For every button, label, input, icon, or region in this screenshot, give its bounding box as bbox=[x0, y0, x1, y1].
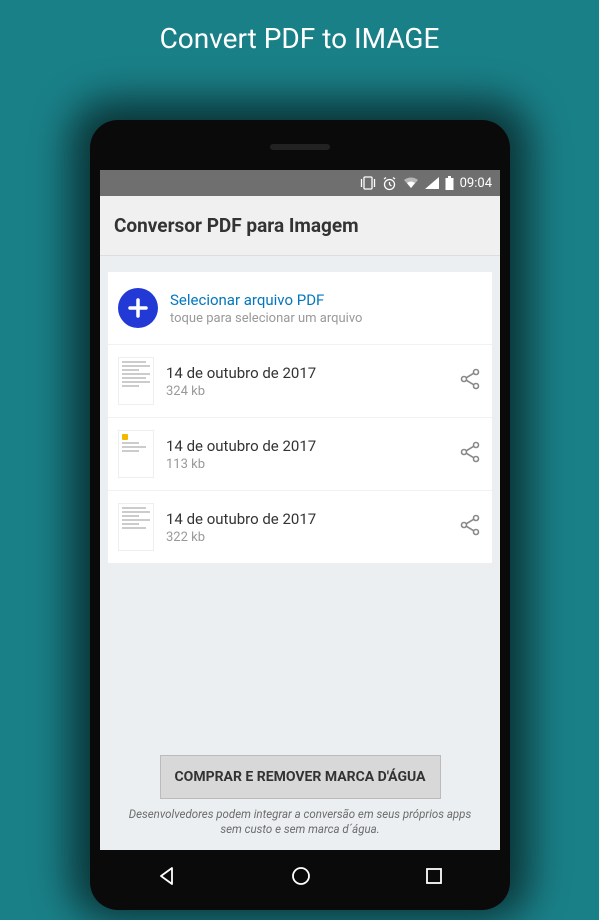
battery-icon bbox=[445, 176, 454, 190]
signal-icon bbox=[425, 177, 439, 189]
file-info: 14 de outubro de 2017 113 kb bbox=[166, 437, 446, 472]
share-icon[interactable] bbox=[458, 513, 482, 541]
alarm-icon bbox=[382, 176, 397, 191]
promo-title: Convert PDF to IMAGE bbox=[0, 0, 599, 73]
file-thumbnail bbox=[118, 430, 154, 478]
select-file-title: Selecionar arquivo PDF bbox=[170, 291, 482, 309]
nav-back-icon[interactable] bbox=[156, 865, 178, 887]
select-file-text: Selecionar arquivo PDF toque para seleci… bbox=[170, 291, 482, 326]
app-title: Conversor PDF para Imagem bbox=[114, 214, 486, 237]
file-list-card: Selecionar arquivo PDF toque para seleci… bbox=[108, 272, 492, 563]
file-size: 113 kb bbox=[166, 457, 446, 472]
file-thumbnail bbox=[118, 503, 154, 551]
share-icon[interactable] bbox=[458, 440, 482, 468]
share-icon[interactable] bbox=[458, 367, 482, 395]
file-row[interactable]: 14 de outubro de 2017 322 kb bbox=[108, 490, 492, 563]
app-header: Conversor PDF para Imagem bbox=[100, 196, 500, 256]
file-size: 322 kb bbox=[166, 530, 446, 545]
footer: COMPRAR E REMOVER MARCA D'ÁGUA Desenvolv… bbox=[108, 747, 492, 850]
file-date: 14 de outubro de 2017 bbox=[166, 364, 446, 382]
file-date: 14 de outubro de 2017 bbox=[166, 510, 446, 528]
file-row[interactable]: 14 de outubro de 2017 324 kb bbox=[108, 344, 492, 417]
content-area: Selecionar arquivo PDF toque para seleci… bbox=[100, 256, 500, 850]
developer-note: Desenvolvedores podem integrar a convers… bbox=[118, 807, 482, 838]
select-file-subtitle: toque para selecionar um arquivo bbox=[170, 311, 482, 326]
vibrate-icon bbox=[360, 176, 376, 190]
file-size: 324 kb bbox=[166, 384, 446, 399]
nav-home-icon[interactable] bbox=[290, 865, 312, 887]
file-thumbnail bbox=[118, 357, 154, 405]
file-date: 14 de outubro de 2017 bbox=[166, 437, 446, 455]
phone-frame: 09:04 Conversor PDF para Imagem Selecion… bbox=[90, 120, 510, 910]
wifi-icon bbox=[403, 177, 419, 189]
phone-speaker bbox=[270, 144, 330, 150]
select-file-row[interactable]: Selecionar arquivo PDF toque para seleci… bbox=[108, 272, 492, 344]
nav-recent-icon[interactable] bbox=[424, 866, 444, 886]
status-time: 09:04 bbox=[460, 176, 492, 191]
file-row[interactable]: 14 de outubro de 2017 113 kb bbox=[108, 417, 492, 490]
app-screen: 09:04 Conversor PDF para Imagem Selecion… bbox=[100, 170, 500, 850]
file-info: 14 de outubro de 2017 322 kb bbox=[166, 510, 446, 545]
status-bar: 09:04 bbox=[100, 170, 500, 196]
file-info: 14 de outubro de 2017 324 kb bbox=[166, 364, 446, 399]
buy-remove-watermark-button[interactable]: COMPRAR E REMOVER MARCA D'ÁGUA bbox=[160, 755, 441, 799]
plus-icon bbox=[118, 288, 158, 328]
android-nav-bar bbox=[100, 852, 500, 900]
